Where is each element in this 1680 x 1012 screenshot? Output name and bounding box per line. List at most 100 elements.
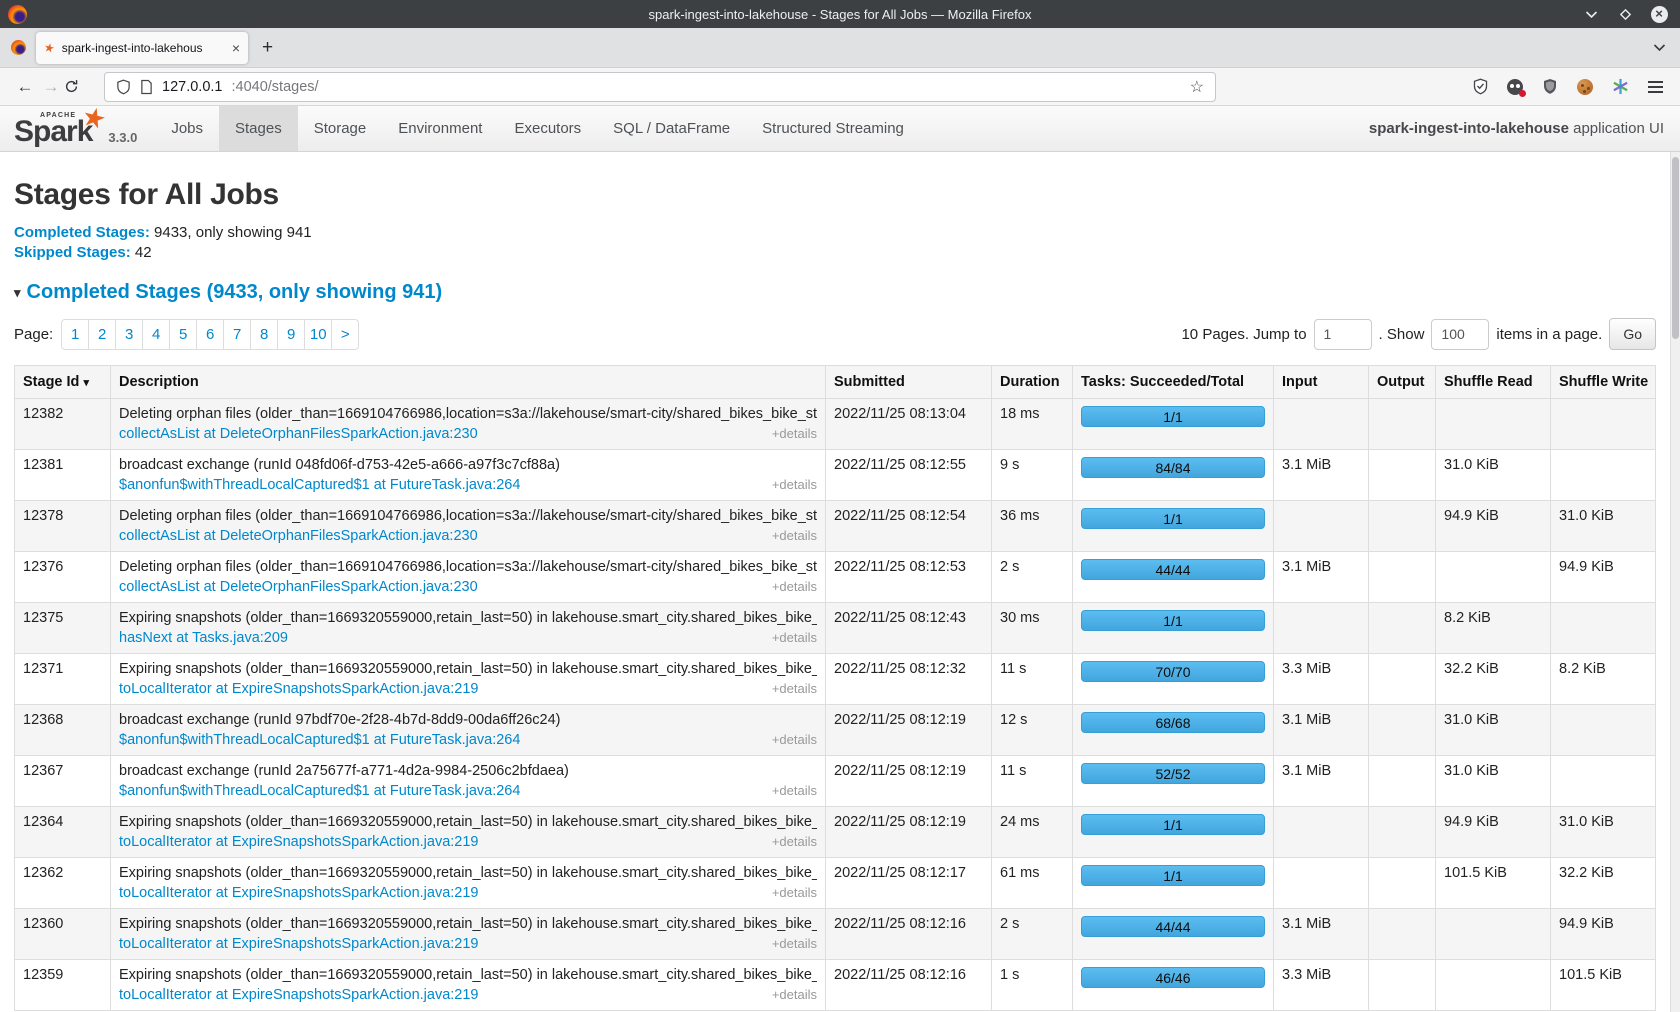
tasks-progress-bar: 46/46 xyxy=(1081,967,1265,988)
column-header-tasks-succeeded-total[interactable]: Tasks: Succeeded/Total xyxy=(1073,366,1274,399)
ublock-shield-icon[interactable] xyxy=(1541,78,1559,96)
details-toggle[interactable]: +details xyxy=(772,681,817,696)
stage-callsite-link[interactable]: $anonfun$withThreadLocalCaptured$1 at Fu… xyxy=(119,783,520,799)
go-button[interactable]: Go xyxy=(1609,318,1656,350)
duration-cell: 11 s xyxy=(992,654,1073,705)
stage-callsite-link[interactable]: toLocalIterator at ExpireSnapshotsSparkA… xyxy=(119,885,479,901)
tasks-cell: 1/1 xyxy=(1073,501,1274,552)
tasks-progress-bar: 1/1 xyxy=(1081,508,1265,529)
stages-table-body: 12382Deleting orphan files (older_than=1… xyxy=(15,399,1656,1011)
stage-callsite-link[interactable]: collectAsList at DeleteOrphanFilesSparkA… xyxy=(119,579,478,595)
column-header-submitted[interactable]: Submitted xyxy=(826,366,992,399)
details-toggle[interactable]: +details xyxy=(772,579,817,594)
completed-stages-section-header[interactable]: ▾ Completed Stages (9433, only showing 9… xyxy=(14,281,1656,304)
stage-callsite-link[interactable]: $anonfun$withThreadLocalCaptured$1 at Fu… xyxy=(119,732,520,748)
scrollbar-thumb[interactable] xyxy=(1672,157,1679,339)
details-toggle[interactable]: +details xyxy=(772,528,817,543)
details-toggle[interactable]: +details xyxy=(772,936,817,951)
list-all-tabs-icon[interactable] xyxy=(1653,43,1666,52)
stage-id-cell: 12381 xyxy=(15,450,111,501)
stage-callsite-link[interactable]: toLocalIterator at ExpireSnapshotsSparkA… xyxy=(119,681,479,697)
duration-cell: 1 s xyxy=(992,960,1073,1011)
items-per-page-input[interactable] xyxy=(1431,319,1489,350)
page-button-2[interactable]: 2 xyxy=(88,319,116,350)
shield-icon[interactable] xyxy=(116,79,131,95)
window-close-icon[interactable]: × xyxy=(1650,5,1668,23)
stage-row-12375: 12375Expiring snapshots (older_than=1669… xyxy=(15,603,1656,654)
page-button-1[interactable]: 1 xyxy=(61,319,89,350)
page-button-9[interactable]: 9 xyxy=(277,319,305,350)
shield-check-icon[interactable] xyxy=(1471,78,1489,96)
bookmark-star-icon[interactable]: ☆ xyxy=(1190,77,1204,97)
window-controls: × xyxy=(1582,5,1680,23)
column-header-duration[interactable]: Duration xyxy=(992,366,1073,399)
column-header-description[interactable]: Description xyxy=(111,366,826,399)
asterisk-extension-icon[interactable] xyxy=(1611,78,1629,96)
stage-callsite-link[interactable]: collectAsList at DeleteOrphanFilesSparkA… xyxy=(119,426,478,442)
nav-tab-jobs[interactable]: Jobs xyxy=(155,106,219,151)
spark-logo[interactable]: APACHE Spark ★ xyxy=(14,106,102,151)
completed-stages-link[interactable]: Completed Stages: xyxy=(14,224,150,241)
column-header-shuffle-write[interactable]: Shuffle Write xyxy=(1551,366,1656,399)
jump-to-page-input[interactable] xyxy=(1314,319,1372,350)
page-next-button[interactable]: > xyxy=(331,319,359,350)
page-button-8[interactable]: 8 xyxy=(250,319,278,350)
tasks-cell: 68/68 xyxy=(1073,705,1274,756)
page-button-3[interactable]: 3 xyxy=(115,319,143,350)
tab-close-icon[interactable]: × xyxy=(232,40,240,56)
nav-tab-executors[interactable]: Executors xyxy=(498,106,597,151)
description-second-line: collectAsList at DeleteOrphanFilesSparkA… xyxy=(119,528,817,544)
column-header-stage-id[interactable]: Stage Id ▾ xyxy=(15,366,111,399)
page-scrollbar[interactable] xyxy=(1670,152,1680,1012)
skipped-stages-link[interactable]: Skipped Stages: xyxy=(14,244,131,261)
completed-stages-value: 9433, only showing 941 xyxy=(150,224,312,241)
nav-tab-sql-dataframe[interactable]: SQL / DataFrame xyxy=(597,106,746,151)
details-toggle[interactable]: +details xyxy=(772,834,817,849)
url-bar[interactable]: 127.0.0.1:4040/stages/ ☆ xyxy=(104,72,1216,102)
stage-callsite-link[interactable]: collectAsList at DeleteOrphanFilesSparkA… xyxy=(119,528,478,544)
details-toggle[interactable]: +details xyxy=(772,477,817,492)
page-button-5[interactable]: 5 xyxy=(169,319,197,350)
details-toggle[interactable]: +details xyxy=(772,885,817,900)
collapse-caret-icon[interactable]: ▾ xyxy=(14,285,21,301)
container-mask-icon[interactable] xyxy=(1506,78,1524,96)
page-button-4[interactable]: 4 xyxy=(142,319,170,350)
stage-callsite-link[interactable]: toLocalIterator at ExpireSnapshotsSparkA… xyxy=(119,834,479,850)
nav-tab-environment[interactable]: Environment xyxy=(382,106,498,151)
pagination-row: Page: 12345678910> 10 Pages. Jump to . S… xyxy=(14,318,1656,350)
shuffle-write-cell xyxy=(1551,450,1656,501)
window-minimize-icon[interactable] xyxy=(1582,5,1600,23)
stage-callsite-link[interactable]: hasNext at Tasks.java:209 xyxy=(119,630,288,646)
submitted-cell: 2022/11/25 08:12:16 xyxy=(826,909,992,960)
reload-icon[interactable] xyxy=(64,79,90,94)
stage-callsite-link[interactable]: $anonfun$withThreadLocalCaptured$1 at Fu… xyxy=(119,477,520,493)
cookie-icon[interactable] xyxy=(1576,78,1594,96)
description-second-line: hasNext at Tasks.java:209 +details xyxy=(119,630,817,646)
column-header-shuffle-read[interactable]: Shuffle Read xyxy=(1436,366,1551,399)
page-button-10[interactable]: 10 xyxy=(304,319,332,350)
page-button-6[interactable]: 6 xyxy=(196,319,224,350)
skipped-stages-value: 42 xyxy=(131,244,152,261)
nav-tab-stages[interactable]: Stages xyxy=(219,106,298,151)
menu-hamburger-icon[interactable] xyxy=(1646,78,1664,96)
browser-tab[interactable]: ★ spark-ingest-into-lakehous × xyxy=(36,32,248,64)
stage-id-cell: 12371 xyxy=(15,654,111,705)
nav-tab-storage[interactable]: Storage xyxy=(298,106,383,151)
column-header-input[interactable]: Input xyxy=(1274,366,1369,399)
page-button-7[interactable]: 7 xyxy=(223,319,251,350)
details-toggle[interactable]: +details xyxy=(772,987,817,1002)
stage-callsite-link[interactable]: toLocalIterator at ExpireSnapshotsSparkA… xyxy=(119,936,479,952)
page-info-icon[interactable] xyxy=(140,79,153,95)
column-header-output[interactable]: Output xyxy=(1369,366,1436,399)
stage-id-cell: 12360 xyxy=(15,909,111,960)
nav-tab-structured-streaming[interactable]: Structured Streaming xyxy=(746,106,920,151)
back-button[interactable]: ← xyxy=(12,77,38,97)
details-toggle[interactable]: +details xyxy=(772,732,817,747)
stage-callsite-link[interactable]: toLocalIterator at ExpireSnapshotsSparkA… xyxy=(119,987,479,1003)
details-toggle[interactable]: +details xyxy=(772,630,817,645)
window-maximize-icon[interactable] xyxy=(1616,5,1634,23)
details-toggle[interactable]: +details xyxy=(772,783,817,798)
stage-id-cell: 12368 xyxy=(15,705,111,756)
details-toggle[interactable]: +details xyxy=(772,426,817,441)
new-tab-button[interactable]: + xyxy=(262,37,273,59)
